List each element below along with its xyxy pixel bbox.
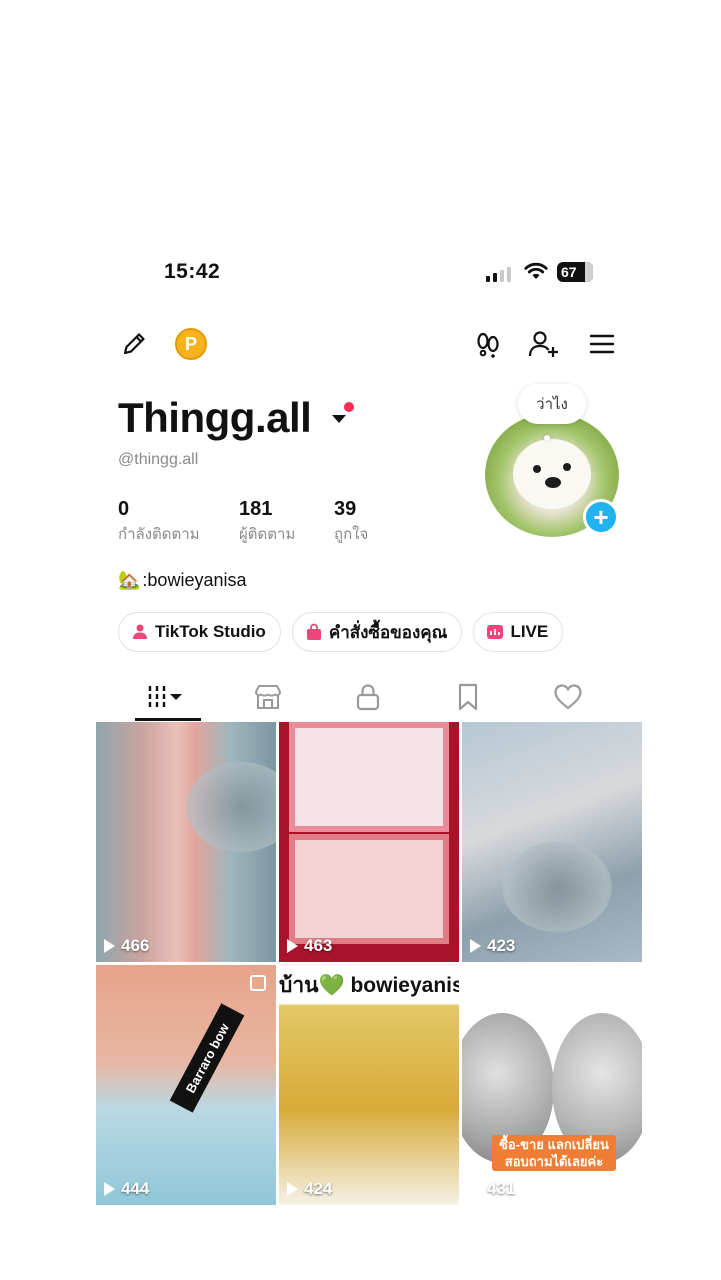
stat-number: 181 (239, 498, 273, 520)
tiktok-studio-button[interactable]: TikTok Studio (118, 612, 281, 652)
stat-likes[interactable]: 39 ถูกใจ (334, 498, 368, 546)
stat-followers[interactable]: 181 ผู้ติดตาม (239, 498, 295, 546)
stat-label: กำลังติดตาม (118, 526, 200, 543)
play-icon (470, 1182, 481, 1196)
add-friend-icon[interactable] (528, 328, 560, 360)
battery-level: 67 (561, 264, 577, 280)
video-grid: 466 463 423 Barraro bow 444 บ้าน💚 bowiey… (96, 722, 642, 1205)
house-emoji-icon: 🏡 (118, 570, 141, 590)
lock-icon (356, 684, 380, 711)
video-sticker-text: Barraro bow (169, 1003, 245, 1113)
play-icon (287, 1182, 298, 1196)
shopping-bag-icon (306, 623, 321, 640)
view-count: 423 (470, 936, 515, 956)
stat-number: 0 (118, 498, 130, 520)
stat-label: ถูกใจ (334, 526, 369, 543)
avatar-note-bubble[interactable]: ว่าไง (518, 384, 586, 424)
top-navigation: P (96, 328, 642, 368)
bookmark-icon (458, 683, 478, 711)
view-count: 431 (470, 1179, 515, 1199)
video-thumbnail[interactable]: Barraro bow 444 (96, 965, 276, 1205)
wifi-icon (524, 262, 548, 279)
content-tabs (96, 676, 642, 722)
video-grid-icon (148, 686, 182, 708)
profile-bio: 🏡 :bowieyanisa (118, 570, 246, 591)
play-icon (104, 939, 115, 953)
tab-liked[interactable] (535, 676, 601, 718)
video-thumbnail[interactable]: 466 (96, 722, 276, 962)
view-count: 463 (287, 936, 332, 956)
coin-icon[interactable]: P (175, 328, 207, 360)
video-thumbnail[interactable]: ซื้อ-ขาย แลกเปลี่ยน สอบถามได้เลยค่ะ 431 (462, 965, 642, 1205)
multi-photo-icon (250, 975, 266, 991)
tab-saved[interactable] (435, 676, 501, 718)
play-icon (470, 939, 481, 953)
add-story-plus-icon[interactable]: + (583, 499, 619, 535)
stat-number: 39 (334, 498, 357, 520)
active-tab-indicator (135, 718, 201, 721)
profile-screen: 15:42 67 P Thingg.all @thingg.all 0 กำลั… (96, 232, 642, 1207)
video-thumbnail[interactable]: 463 (279, 722, 459, 962)
heart-icon (554, 684, 582, 710)
account-switch-caret-icon[interactable] (332, 415, 346, 423)
cellular-signal-icon (486, 266, 511, 282)
profile-username[interactable]: Thingg.all (118, 394, 312, 442)
quick-action-pills: TikTok Studio คำสั่งซื้อของคุณ LIVE (118, 612, 564, 652)
footprints-icon[interactable] (472, 328, 504, 360)
live-icon (487, 625, 504, 639)
play-icon (287, 939, 298, 953)
live-button[interactable]: LIVE (473, 612, 564, 652)
view-count: 466 (104, 936, 149, 956)
video-thumbnail[interactable]: 423 (462, 722, 642, 962)
your-orders-button[interactable]: คำสั่งซื้อของคุณ (291, 612, 463, 652)
pill-label: คำสั่งซื้อของคุณ (328, 622, 448, 642)
shop-icon (255, 685, 281, 709)
stat-label: ผู้ติดตาม (239, 526, 296, 543)
bubble-tail (544, 435, 550, 441)
menu-icon[interactable] (586, 328, 618, 360)
tab-shop[interactable] (235, 676, 301, 718)
status-bar: 15:42 67 (96, 260, 642, 290)
battery-indicator: 67 (557, 262, 593, 282)
pill-label: LIVE (510, 622, 549, 641)
tab-private[interactable] (335, 676, 401, 718)
status-time: 15:42 (164, 260, 221, 283)
profile-handle: @thingg.all (118, 451, 199, 468)
edit-pencil-icon[interactable] (118, 328, 150, 360)
video-header-text: บ้าน💚 bowieyanisa (279, 974, 459, 997)
view-count: 424 (287, 1179, 332, 1199)
video-thumbnail[interactable]: บ้าน💚 bowieyanisa 424 (279, 965, 459, 1205)
stat-following[interactable]: 0 กำลังติดตาม (118, 498, 200, 546)
studio-icon (133, 624, 147, 639)
play-icon (104, 1182, 115, 1196)
view-count: 444 (104, 1179, 149, 1199)
bio-text: :bowieyanisa (142, 570, 247, 590)
notification-dot (344, 402, 354, 412)
video-caption-tag: ซื้อ-ขาย แลกเปลี่ยน สอบถามได้เลยค่ะ (492, 1135, 616, 1171)
pill-label: TikTok Studio (155, 622, 266, 641)
tab-videos[interactable] (135, 676, 201, 718)
